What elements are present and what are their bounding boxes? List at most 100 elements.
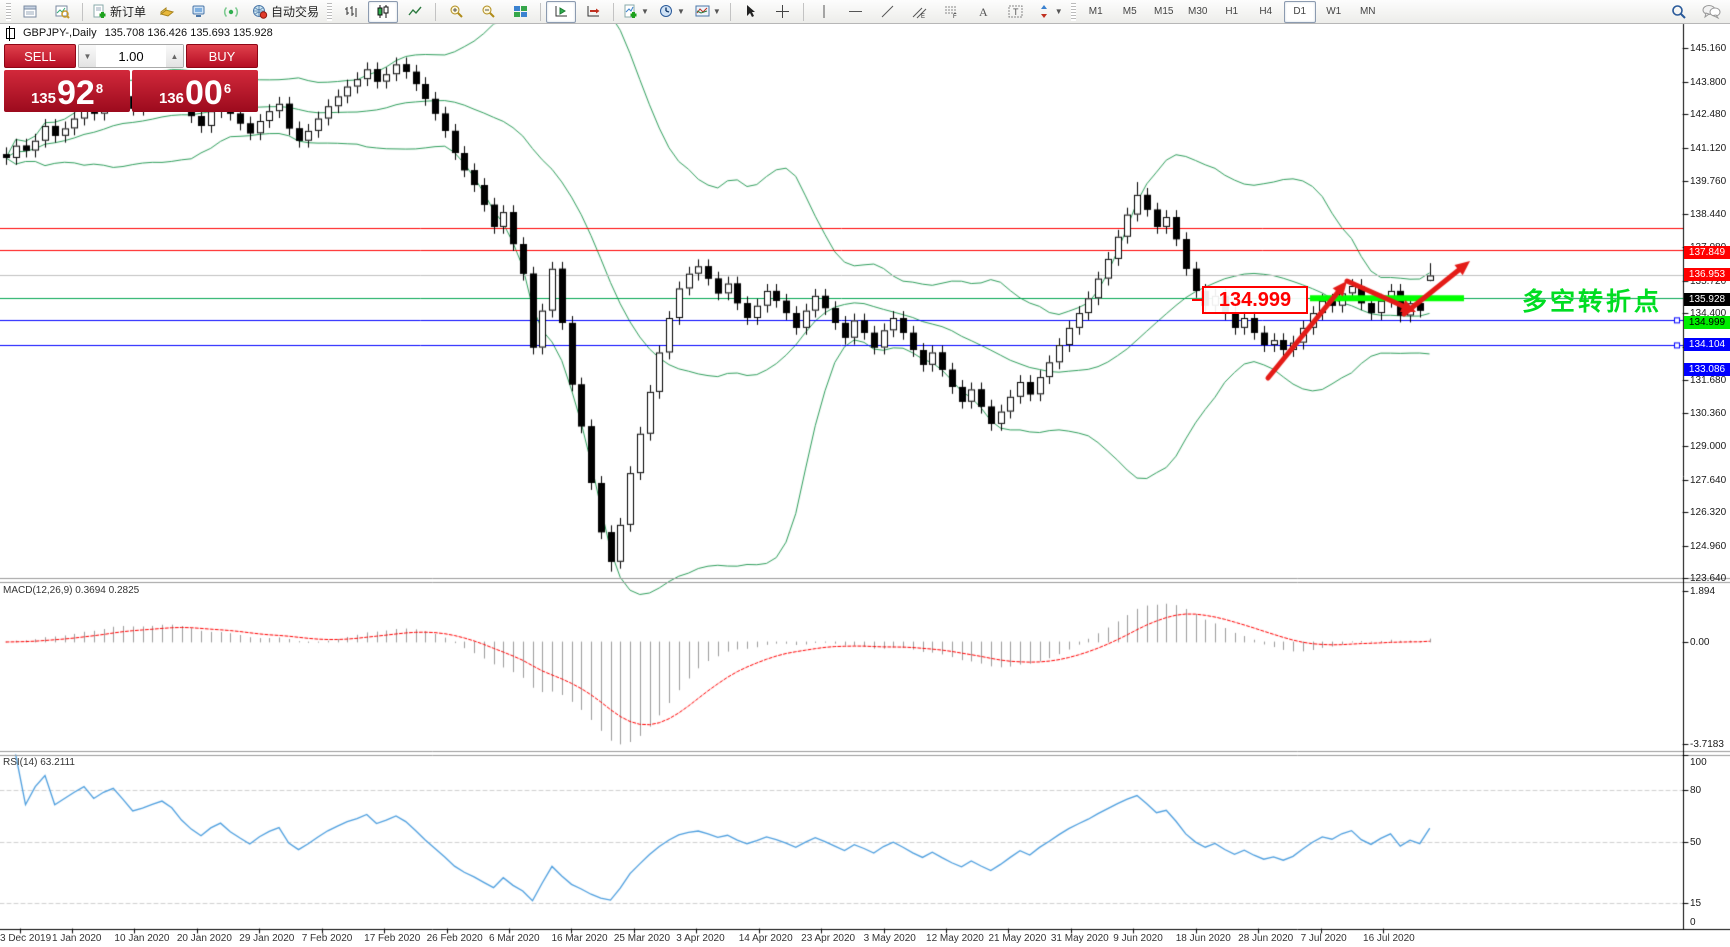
text-label-button[interactable]: T [1001,1,1031,23]
price-callout-label[interactable]: 134.999 [1192,286,1308,314]
price-tick-label: 124.960 [1690,540,1727,552]
price-line-label: 137.849 [1684,245,1730,259]
tester-icon [55,5,70,19]
arrows-tool-icon [1040,5,1047,18]
horizontal-line-button[interactable] [841,1,871,23]
auto-scroll-button[interactable] [578,1,608,23]
svg-text:E: E [921,14,925,19]
volume-decrease-button[interactable]: ▼ [79,45,96,67]
candle-glyph-icon [6,25,15,41]
indicators-button[interactable]: ▼ [619,1,653,23]
date-tick-label: 3 Dec 2019 [0,933,52,944]
new-order-button[interactable]: 新订单 [88,1,150,23]
svg-text:A: A [979,5,988,19]
sell-button[interactable]: SELL [4,44,76,68]
date-tick-label: 20 Jan 2020 [176,933,232,944]
date-tick-label: 23 Apr 2020 [801,933,856,944]
svg-text:F: F [953,14,957,19]
date-tick-label: 18 Jun 2020 [1175,933,1231,944]
trendline-button[interactable] [873,1,903,23]
rsi-axis-label: 15 [1690,897,1702,909]
timeframe-button-m15[interactable]: M15 [1148,1,1180,23]
buy-price-big: 00 [184,74,223,112]
templates-button[interactable]: ▼ [691,1,725,23]
search-icon [1672,4,1686,19]
arrows-tool-button[interactable]: ▼ [1033,1,1067,23]
price-tick-label: 139.760 [1690,176,1727,188]
metaeditor-button[interactable] [152,1,182,23]
macd-axis-label: 1.894 [1690,586,1716,597]
horizontal-line-icon [849,11,863,12]
timeframe-button-h1[interactable]: H1 [1216,1,1248,23]
channel-button[interactable]: E [905,1,935,23]
price-tick-label: 123.640 [1690,573,1727,585]
toolbar: 新订单 自动交易 ▼ ▼ ▼ E F A T ▼ M1 M5 M15 M30 H… [0,0,1730,24]
chinese-annotation-text[interactable]: 多空转折点 [1522,282,1662,318]
text-label-icon: T [1008,5,1023,18]
autotrading-icon [253,5,268,19]
tile-windows-button[interactable] [505,1,535,23]
search-button[interactable] [1664,1,1694,23]
fibonacci-button[interactable]: F [937,1,967,23]
date-tick-label: 12 May 2020 [926,933,984,944]
indicators-icon [624,4,637,18]
price-tick-label: 145.160 [1690,43,1727,55]
text-button[interactable]: A [969,1,999,23]
sell-price-big: 92 [56,74,95,112]
time-axis[interactable]: 3 Dec 2019 1 Jan 2020 10 Jan 2020 20 Jan 20… [0,929,1730,947]
timeframe-button-m1[interactable]: M1 [1080,1,1112,23]
date-tick-label: 9 Jun 2020 [1113,933,1163,944]
profiles-button[interactable] [15,1,45,23]
cursor-button[interactable] [736,1,766,23]
sell-price-box[interactable]: 135 92 8 [4,70,130,112]
toolbar-grip[interactable] [327,2,333,21]
signals-icon [223,6,239,18]
date-tick-label: 16 Mar 2020 [551,933,608,944]
auto-scroll-icon [587,6,600,17]
zoom-out-button[interactable] [473,1,503,23]
volume-increase-button[interactable]: ▲ [166,45,183,67]
date-tick-label: 1 Jan 2020 [52,933,102,944]
tester-button[interactable] [47,1,77,23]
price-line-label: 133.086 [1684,362,1730,376]
volume-input[interactable]: 1.00 [96,49,166,64]
text-icon: A [979,5,988,19]
macd-pane-label: MACD(12,26,9) 0.3694 0.2825 [3,585,140,596]
date-tick-label: 21 May 2020 [988,933,1047,944]
price-tick-label: 138.440 [1690,208,1727,220]
price-line-label: 136.953 [1684,267,1730,281]
price-axis[interactable]: 145.160 143.800 142.480 141.120 139.760 138.4… [1683,24,1730,929]
rsi-axis-label: 80 [1690,784,1702,796]
toolbar-grip[interactable] [6,2,11,21]
zoom-in-button[interactable] [441,1,471,23]
bar-chart-button[interactable] [336,1,366,23]
chart-shift-button[interactable] [546,0,577,23]
svg-text:T: T [1013,7,1019,17]
price-chart-canvas[interactable] [0,0,1730,947]
timeframe-button-m30[interactable]: M30 [1182,1,1214,23]
signals-button[interactable] [216,1,246,23]
chat-button[interactable] [1696,1,1726,23]
rsi-pane-label: RSI(14) 63.2111 [3,757,75,768]
timeframe-button-m5[interactable]: M5 [1114,1,1146,23]
autotrading-button[interactable]: 自动交易 [248,1,323,23]
line-chart-button[interactable] [400,1,430,23]
terminal-button[interactable] [184,1,214,23]
buy-price-prefix: 136 [158,90,184,107]
date-tick-label: 28 Jun 2020 [1238,933,1294,944]
macd-axis-label: 0.00 [1690,637,1710,648]
timeframe-button-mn[interactable]: MN [1352,1,1384,23]
periods-button[interactable]: ▼ [655,1,689,23]
timeframe-button-w1[interactable]: W1 [1318,1,1350,23]
symbol-ohlc-values: 135.708 136.426 135.693 135.928 [104,27,273,39]
vertical-line-button[interactable] [809,1,839,23]
candlestick-button[interactable] [368,0,399,23]
crosshair-button[interactable] [768,1,798,23]
timeframe-button-h4[interactable]: H4 [1250,1,1282,23]
timeframe-button-d1[interactable]: D1 [1283,0,1316,23]
date-tick-label: 3 May 2020 [863,933,916,944]
buy-price-box[interactable]: 136 00 6 [132,70,258,112]
price-line-label: 134.999 [1684,315,1730,329]
toolbar-grip[interactable] [1070,2,1076,21]
buy-button[interactable]: BUY [186,44,258,68]
